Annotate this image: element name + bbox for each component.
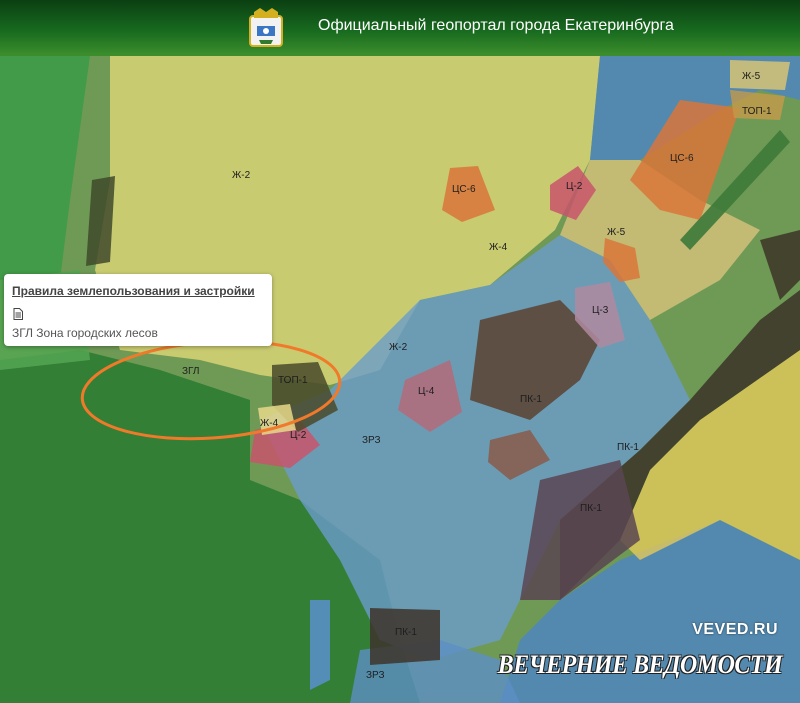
label-pk1-c: ПК-1 — [580, 503, 602, 514]
popup-zone-text: ЗГЛ Зона городских лесов — [12, 326, 158, 340]
label-top1-a: ТОП-1 — [278, 375, 308, 386]
zoning-map[interactable]: Ж-2 Ж-2 ЦС-6 ЦС-6 Ц-2 Ц-2 Ж-4 Ж-4 Ж-5 Ж-… — [0, 56, 800, 703]
label-c4: Ц-4 — [418, 386, 435, 397]
label-zrz-b: ЗРЗ — [366, 670, 385, 681]
label-zh2-a: Ж-2 — [232, 170, 251, 181]
portal-title: Официальный геопортал города Екатеринбур… — [318, 17, 674, 34]
label-cs6-a: ЦС-6 — [452, 184, 476, 195]
watermark-url: VEVED.RU — [692, 621, 778, 638]
label-top1-b: ТОП-1 — [742, 106, 772, 117]
label-zh2-b: Ж-2 — [389, 342, 408, 353]
label-c2-a: Ц-2 — [566, 181, 583, 192]
label-zh5-a: Ж-5 — [742, 71, 761, 82]
label-c3: Ц-3 — [592, 305, 609, 316]
label-pk1-d: ПК-1 — [395, 627, 417, 638]
label-zh4-a: Ж-4 — [489, 242, 508, 253]
label-zh5-b: Ж-5 — [607, 227, 626, 238]
label-c2-b: Ц-2 — [290, 430, 307, 441]
recreation-strip — [310, 600, 330, 690]
label-pk1-a: ПК-1 — [520, 394, 542, 405]
header-bar: Официальный геопортал города Екатеринбур… — [0, 0, 800, 56]
popup-title-link[interactable]: Правила землепользования и застройки — [12, 284, 255, 298]
label-pk1-b: ПК-1 — [617, 442, 639, 453]
watermark-logo: ВЕЧЕРНИЕ ВЕДОМОСТИ — [497, 650, 783, 679]
city-crest-icon — [249, 8, 283, 47]
zone-info-popup: Правила землепользования и застройки ЗГЛ… — [4, 274, 272, 346]
label-zrz-a: ЗРЗ — [362, 435, 381, 446]
label-cs6-b: ЦС-6 — [670, 153, 694, 164]
document-icon — [13, 308, 23, 320]
label-zgl: ЗГЛ — [182, 366, 199, 377]
